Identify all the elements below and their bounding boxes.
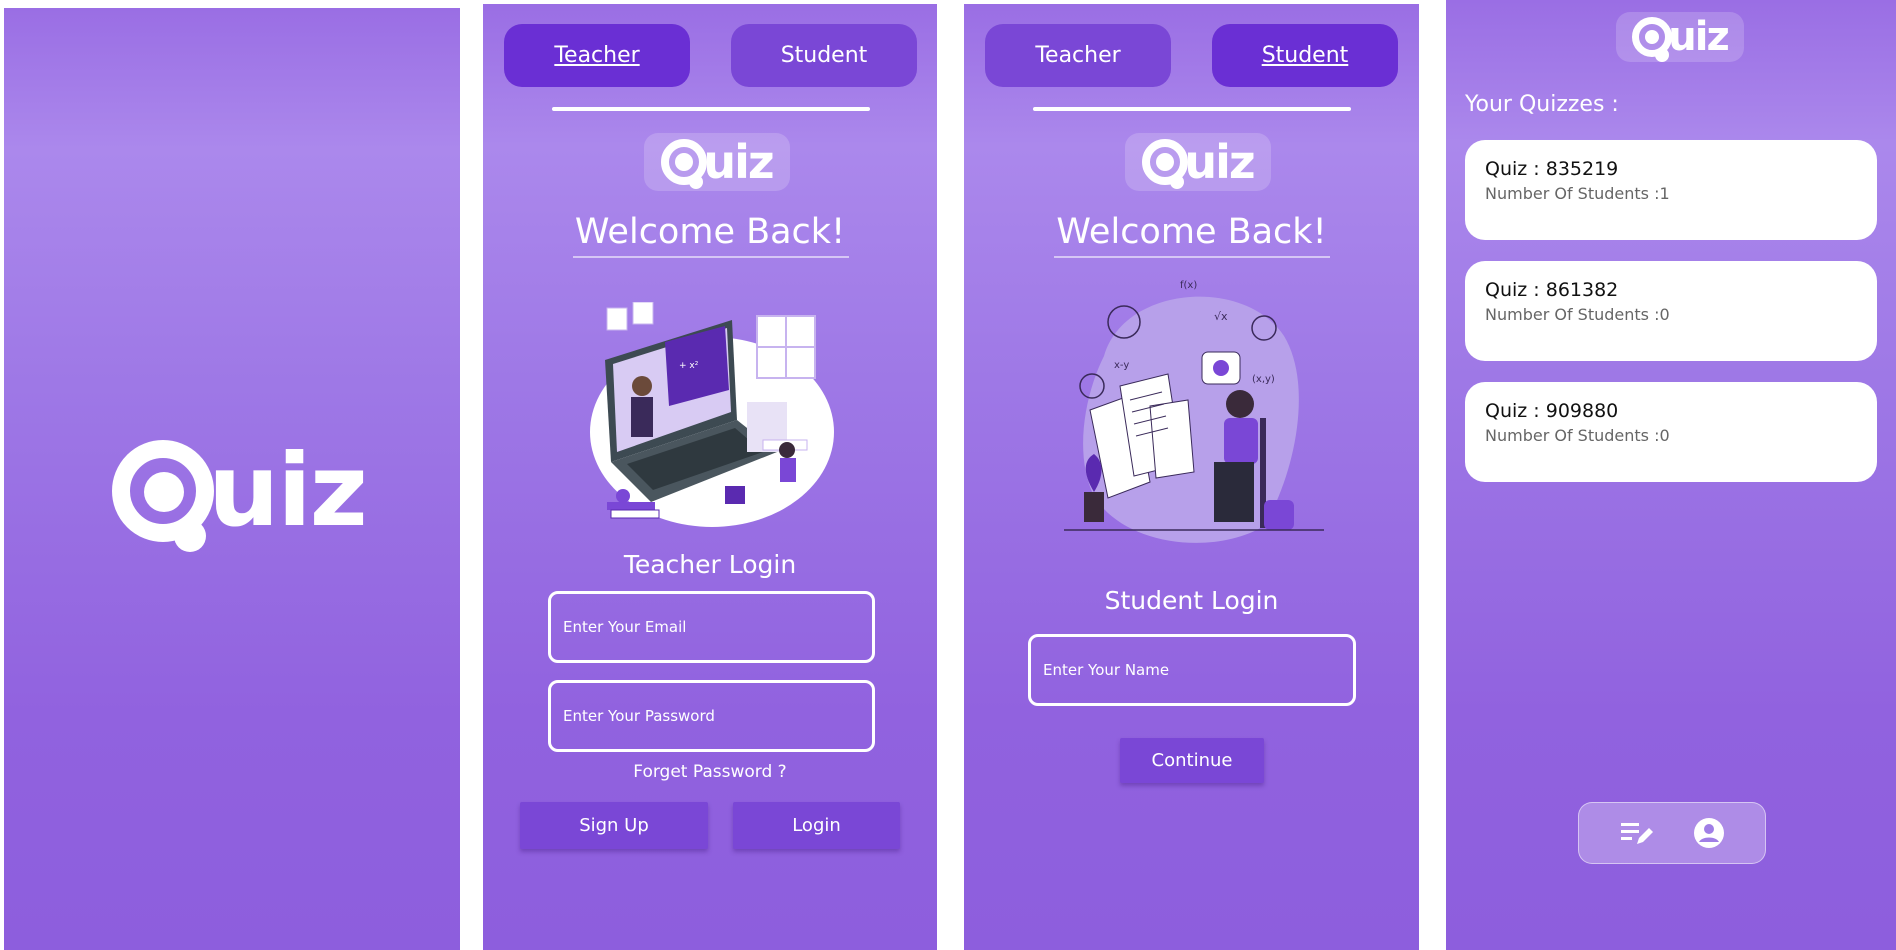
tab-teacher[interactable]: Teacher xyxy=(504,24,690,87)
password-field[interactable] xyxy=(548,680,875,752)
tab-student[interactable]: Student xyxy=(1212,24,1398,87)
logo-text: uiz xyxy=(1184,135,1255,189)
logo-q-icon xyxy=(1142,139,1189,189)
quiz-student-count: Number Of Students :0 xyxy=(1485,305,1670,324)
quiz-student-count: Number Of Students :1 xyxy=(1485,184,1670,203)
tab-teacher[interactable]: Teacher xyxy=(985,24,1171,87)
teacher-login-title: Teacher Login xyxy=(623,550,797,579)
logo-text: uiz xyxy=(703,135,774,189)
svg-text:x-y: x-y xyxy=(1114,360,1129,371)
svg-text:(x,y): (x,y) xyxy=(1252,374,1275,385)
svg-text:+ x²: + x² xyxy=(679,361,699,371)
edit-list-icon[interactable] xyxy=(1616,813,1656,853)
quiz-title: Quiz : 861382 xyxy=(1485,279,1619,301)
svg-text:√x: √x xyxy=(1214,310,1228,323)
sign-up-button[interactable]: Sign Up xyxy=(520,802,708,849)
tab-divider xyxy=(552,107,870,111)
logo-q-icon xyxy=(1632,17,1673,62)
teacher-login-screen: Teacher Student uiz Welcome Back! + x² T… xyxy=(483,4,937,950)
welcome-underline xyxy=(573,256,849,258)
quiz-card[interactable]: Quiz : 835219 Number Of Students :1 xyxy=(1465,140,1877,240)
email-field[interactable] xyxy=(548,591,875,663)
quiz-card[interactable]: Quiz : 909880 Number Of Students :0 xyxy=(1465,382,1877,482)
tab-divider xyxy=(1033,107,1351,111)
quiz-logo: uiz xyxy=(1125,133,1271,191)
logo-q-icon xyxy=(661,139,708,189)
student-illustration: f(x) √x (x,y) x-y xyxy=(1064,280,1324,543)
your-quizzes-heading: Your Quizzes : xyxy=(1465,92,1619,117)
login-button[interactable]: Login xyxy=(733,802,900,849)
quiz-card[interactable]: Quiz : 861382 Number Of Students :0 xyxy=(1465,261,1877,361)
forget-password-link[interactable]: Forget Password ? xyxy=(483,762,937,782)
quiz-logo: uiz xyxy=(94,426,384,556)
welcome-heading: Welcome Back! xyxy=(1056,212,1327,252)
quiz-title: Quiz : 909880 xyxy=(1485,400,1619,422)
continue-button[interactable]: Continue xyxy=(1120,738,1264,783)
bottom-nav xyxy=(1578,802,1766,864)
tab-student[interactable]: Student xyxy=(731,24,917,87)
quiz-logo: uiz xyxy=(644,133,790,191)
quiz-title: Quiz : 835219 xyxy=(1485,158,1619,180)
welcome-heading: Welcome Back! xyxy=(574,212,846,252)
name-field[interactable] xyxy=(1028,634,1356,706)
quizzes-screen: uiz Your Quizzes : Quiz : 835219 Number … xyxy=(1446,0,1896,950)
logo-text: uiz xyxy=(1668,14,1729,60)
splash-screen: uiz xyxy=(4,8,460,950)
teacher-illustration: + x² xyxy=(590,302,834,527)
logo-text: uiz xyxy=(208,432,368,549)
student-login-screen: Teacher Student uiz Welcome Back! f(x) √… xyxy=(964,4,1419,950)
quiz-student-count: Number Of Students :0 xyxy=(1485,426,1670,445)
logo-q-icon xyxy=(112,440,215,552)
account-circle-icon[interactable] xyxy=(1689,813,1729,853)
student-login-title: Student Login xyxy=(1104,586,1279,615)
svg-text:f(x): f(x) xyxy=(1180,280,1197,291)
welcome-underline xyxy=(1054,256,1330,258)
quiz-logo: uiz xyxy=(1616,12,1744,62)
